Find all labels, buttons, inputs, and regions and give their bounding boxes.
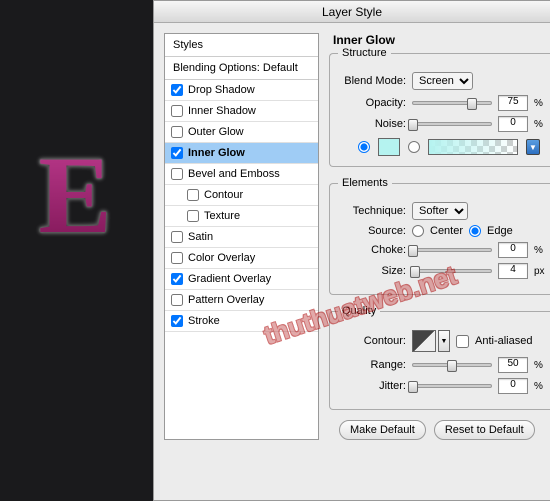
size-unit: px <box>534 266 546 277</box>
jitter-slider[interactable] <box>412 384 492 388</box>
range-value[interactable]: 50 <box>498 357 528 373</box>
style-row-satin[interactable]: Satin <box>165 227 318 248</box>
style-checkbox[interactable] <box>171 252 183 264</box>
jitter-label: Jitter: <box>338 380 406 392</box>
range-slider[interactable] <box>412 363 492 367</box>
style-checkbox[interactable] <box>171 84 183 96</box>
anti-aliased-checkbox[interactable] <box>456 335 469 348</box>
elements-group: Elements Technique: Softer Source: Cente… <box>329 177 550 295</box>
structure-legend: Structure <box>338 47 391 59</box>
glow-color-swatch[interactable] <box>378 138 400 156</box>
style-checkbox[interactable] <box>171 126 183 138</box>
style-label: Inner Shadow <box>188 105 256 117</box>
style-checkbox[interactable] <box>171 273 183 285</box>
gradient-radio[interactable] <box>408 141 420 153</box>
size-label: Size: <box>338 265 406 277</box>
opacity-unit: % <box>534 98 546 109</box>
style-checkbox[interactable] <box>171 231 183 243</box>
blend-mode-label: Blend Mode: <box>338 75 406 87</box>
choke-value[interactable]: 0 <box>498 242 528 258</box>
opacity-value[interactable]: 75 <box>498 95 528 111</box>
structure-group: Structure Blend Mode: Screen Opacity: 75… <box>329 47 550 167</box>
style-label: Gradient Overlay <box>188 273 271 285</box>
style-row-pattern-overlay[interactable]: Pattern Overlay <box>165 290 318 311</box>
contour-label: Contour: <box>338 335 406 347</box>
noise-unit: % <box>534 119 546 130</box>
source-edge-radio[interactable] <box>469 225 481 237</box>
style-checkbox[interactable] <box>171 315 183 327</box>
noise-label: Noise: <box>338 118 406 130</box>
source-center-label: Center <box>430 225 463 237</box>
style-label: Pattern Overlay <box>188 294 264 306</box>
noise-value[interactable]: 0 <box>498 116 528 132</box>
gradient-dropdown-icon[interactable]: ▼ <box>526 139 540 155</box>
source-label: Source: <box>338 225 406 237</box>
style-label: Color Overlay <box>188 252 255 264</box>
make-default-button[interactable]: Make Default <box>339 420 426 440</box>
style-checkbox[interactable] <box>171 168 183 180</box>
size-slider[interactable] <box>412 269 492 273</box>
choke-slider[interactable] <box>412 248 492 252</box>
noise-slider[interactable] <box>412 122 492 126</box>
styles-header[interactable]: Styles <box>165 34 318 57</box>
reset-default-button[interactable]: Reset to Default <box>434 420 535 440</box>
opacity-label: Opacity: <box>338 97 406 109</box>
style-checkbox[interactable] <box>187 210 199 222</box>
layer-style-dialog: Layer Style Styles Blending Options: Def… <box>153 0 550 501</box>
style-label: Stroke <box>188 315 220 327</box>
style-checkbox[interactable] <box>187 189 199 201</box>
jitter-value[interactable]: 0 <box>498 378 528 394</box>
size-value[interactable]: 4 <box>498 263 528 279</box>
style-row-inner-shadow[interactable]: Inner Shadow <box>165 101 318 122</box>
style-label: Outer Glow <box>188 126 244 138</box>
style-label: Bevel and Emboss <box>188 168 280 180</box>
choke-unit: % <box>534 245 546 256</box>
opacity-slider[interactable] <box>412 101 492 105</box>
style-label: Texture <box>204 210 240 222</box>
style-label: Contour <box>204 189 243 201</box>
style-row-color-overlay[interactable]: Color Overlay <box>165 248 318 269</box>
style-row-inner-glow[interactable]: Inner Glow <box>165 143 318 164</box>
style-row-drop-shadow[interactable]: Drop Shadow <box>165 80 318 101</box>
style-checkbox[interactable] <box>171 105 183 117</box>
quality-legend: Quality <box>338 305 380 317</box>
style-label: Drop Shadow <box>188 84 255 96</box>
style-row-gradient-overlay[interactable]: Gradient Overlay <box>165 269 318 290</box>
style-row-outer-glow[interactable]: Outer Glow <box>165 122 318 143</box>
style-row-texture[interactable]: Texture <box>165 206 318 227</box>
anti-aliased-label: Anti-aliased <box>475 335 532 347</box>
inner-glow-panel: Inner Glow Structure Blend Mode: Screen … <box>329 33 550 440</box>
style-label: Inner Glow <box>188 147 245 159</box>
dialog-title: Layer Style <box>154 1 550 23</box>
style-checkbox[interactable] <box>171 294 183 306</box>
style-row-stroke[interactable]: Stroke <box>165 311 318 332</box>
technique-label: Technique: <box>338 205 406 217</box>
style-checkbox[interactable] <box>171 147 183 159</box>
technique-select[interactable]: Softer <box>412 202 468 220</box>
styles-list: Styles Blending Options: Default Drop Sh… <box>164 33 319 440</box>
preview-letter: E <box>25 135 125 255</box>
blend-mode-select[interactable]: Screen <box>412 72 473 90</box>
range-unit: % <box>534 360 546 371</box>
source-edge-label: Edge <box>487 225 513 237</box>
quality-group: Quality Contour: ▼ Anti-aliased Range: 5… <box>329 305 550 410</box>
panel-title: Inner Glow <box>333 33 550 47</box>
source-center-radio[interactable] <box>412 225 424 237</box>
jitter-unit: % <box>534 381 546 392</box>
contour-swatch[interactable] <box>412 330 436 352</box>
choke-label: Choke: <box>338 244 406 256</box>
blending-options-row[interactable]: Blending Options: Default <box>165 57 318 80</box>
range-label: Range: <box>338 359 406 371</box>
glow-gradient[interactable] <box>428 139 518 155</box>
elements-legend: Elements <box>338 177 392 189</box>
style-row-contour[interactable]: Contour <box>165 185 318 206</box>
style-label: Satin <box>188 231 213 243</box>
contour-dropdown-icon[interactable]: ▼ <box>438 330 450 352</box>
color-radio[interactable] <box>358 141 370 153</box>
style-row-bevel-and-emboss[interactable]: Bevel and Emboss <box>165 164 318 185</box>
